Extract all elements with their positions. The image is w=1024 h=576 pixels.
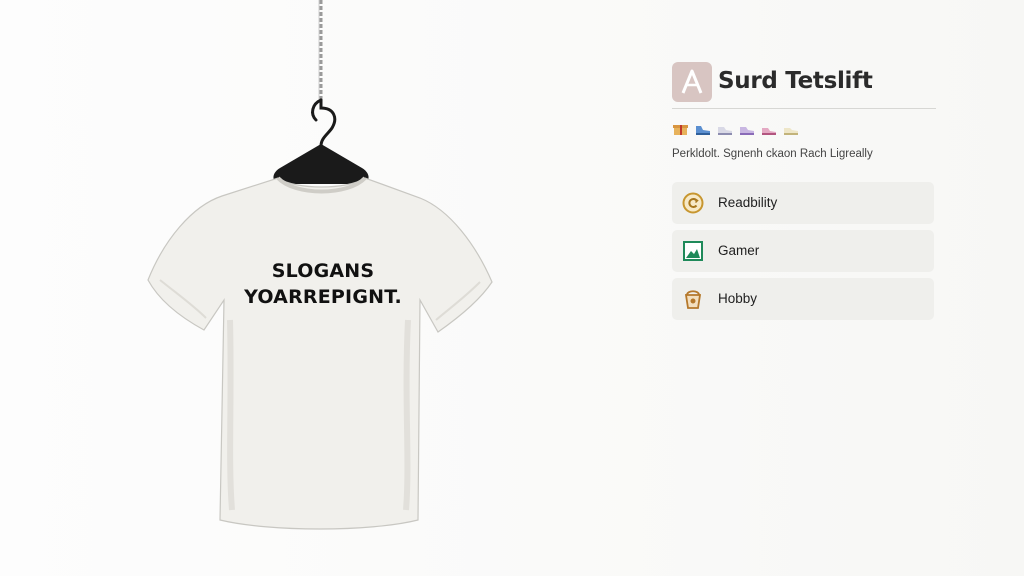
emoji-row — [672, 122, 800, 138]
sneaker-icon — [760, 122, 778, 136]
option-hobby[interactable]: Hobby — [672, 278, 934, 320]
options-panel: Surd Tetslift Perkldolt. Sgnenh ckaon Ra… — [672, 60, 936, 330]
tshirt-display: SLOGANS YOARREPIGNT. — [120, 0, 540, 576]
tagline: Perkldolt. Sgnenh ckaon Rach Ligreally — [672, 148, 873, 160]
shoe-icon — [694, 122, 712, 136]
option-gamer[interactable]: Gamer — [672, 230, 934, 272]
gift-icon — [672, 122, 690, 136]
hanger-hook-icon — [319, 98, 337, 148]
sneaker-icon — [782, 122, 800, 136]
sneaker-icon — [716, 122, 734, 136]
sneaker-icon — [738, 122, 756, 136]
hanger-icon — [273, 144, 369, 184]
tshirt-shape — [147, 177, 493, 530]
image-icon — [682, 240, 704, 262]
option-label: Gamer — [718, 243, 760, 258]
product-canvas: SLOGANS YOARREPIGNT. Surd Tetslift Perkl… — [0, 0, 1024, 576]
circle-arrow-icon — [682, 192, 704, 214]
shirt-slogan-line-2: YOARREPIGNT. — [244, 286, 402, 308]
letter-a-icon — [681, 69, 703, 94]
bucket-icon — [682, 288, 704, 310]
app-header: Surd Tetslift — [672, 62, 936, 109]
option-label: Hobby — [718, 291, 758, 306]
option-readbility[interactable]: Readbility — [672, 182, 934, 224]
shirt-slogan-line-1: SLOGANS — [271, 260, 375, 282]
hanger-chain — [318, 0, 323, 100]
app-icon[interactable] — [672, 62, 712, 102]
option-label: Readbility — [718, 195, 778, 210]
app-title: Surd Tetslift — [718, 68, 873, 94]
